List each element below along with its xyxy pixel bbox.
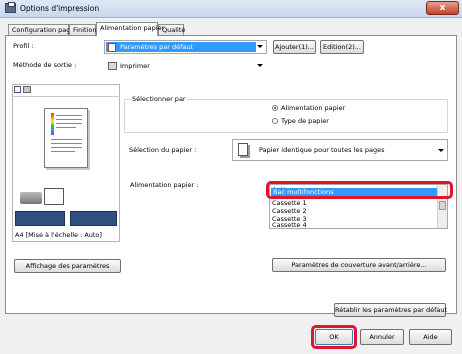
divider: [12, 96, 120, 97]
text-line: [51, 147, 82, 148]
radio-alimentation-papier[interactable]: [272, 105, 278, 111]
cover-settings-button[interactable]: Paramètres de couverture avant/arrière..…: [272, 258, 446, 272]
restore-defaults-button[interactable]: Rétablir les paramètres par défaut: [334, 303, 447, 317]
scroll-thumb[interactable]: [439, 201, 446, 210]
pages-icon: [238, 143, 248, 156]
tab-label: Finition: [73, 26, 97, 34]
text-line: [56, 123, 82, 124]
profile-value: Paramètres par défaut: [120, 43, 194, 51]
annotation-ok-frame: [311, 325, 357, 349]
cancel-button[interactable]: Annuler: [360, 329, 404, 345]
profile-dropdown[interactable]: Paramètres par défaut: [104, 40, 267, 54]
paper-stack-icon: [20, 192, 42, 204]
radio-label: Type de papier: [281, 117, 329, 125]
paper-selection-label: Sélection du papier :: [129, 146, 197, 154]
text-line: [56, 115, 82, 116]
tab-label: Alimentation papier: [100, 24, 165, 32]
paper-selection-dropdown[interactable]: Papier identique pour toutes les pages: [232, 139, 448, 161]
text-line: [56, 127, 76, 128]
copy-icon: [44, 188, 64, 205]
preview-caption: A4 [Mise à l'échelle : Auto]: [15, 231, 102, 239]
text-line: [51, 143, 82, 144]
profile-label: Profil :: [13, 42, 34, 50]
help-button[interactable]: Aide: [409, 329, 452, 345]
page-preview: [44, 108, 88, 168]
paper-selection-value: Papier identique pour toutes les pages: [259, 146, 385, 154]
finishing-icons-left: [15, 211, 65, 226]
printer-icon: [108, 62, 117, 70]
add-profile-button[interactable]: Ajouter(1)...: [273, 40, 316, 54]
profile-icon: [108, 43, 116, 52]
list-item[interactable]: Cassette 4: [272, 221, 307, 229]
close-button[interactable]: x: [426, 1, 459, 15]
printer-icon: [5, 2, 16, 13]
chevron-down-icon[interactable]: [257, 45, 263, 48]
finishing-icons-right: [70, 211, 117, 226]
select-by-label: Sélectionner par: [131, 95, 187, 103]
page-view-icon[interactable]: [14, 86, 21, 93]
title-bar: Options d'impression x: [0, 0, 462, 18]
printer-view-icon[interactable]: [23, 86, 31, 93]
tab-label: Configuration page: [12, 26, 75, 34]
list-item[interactable]: Cassette 1: [272, 199, 307, 207]
chevron-down-icon[interactable]: [257, 64, 263, 67]
text-line: [51, 139, 82, 140]
tab-configuration-page[interactable]: Configuration page: [8, 24, 74, 35]
text-line: [56, 119, 82, 120]
radio-type-papier[interactable]: [272, 118, 278, 124]
paper-source-label: Alimentation papier :: [130, 181, 199, 189]
tab-finition[interactable]: Finition: [69, 24, 96, 35]
color-bar: [51, 113, 54, 135]
output-method-label: Méthode de sortie :: [13, 61, 77, 69]
annotation-highlight-frame: [266, 181, 453, 199]
output-method-dropdown[interactable]: Imprimer: [104, 59, 267, 73]
tab-label: Qualité: [162, 26, 186, 34]
text-line: [51, 151, 75, 152]
show-settings-button[interactable]: Affichage des paramètres: [14, 259, 121, 273]
list-item[interactable]: Cassette 2: [272, 207, 307, 215]
tab-alimentation-papier[interactable]: Alimentation papier: [96, 22, 164, 36]
edit-profile-button[interactable]: Edition(2)...: [320, 40, 364, 54]
radio-label: Alimentation papier: [281, 104, 346, 112]
chevron-down-icon[interactable]: [438, 149, 444, 152]
output-method-value: Imprimer: [120, 62, 150, 70]
window-title: Options d'impression: [20, 4, 100, 13]
